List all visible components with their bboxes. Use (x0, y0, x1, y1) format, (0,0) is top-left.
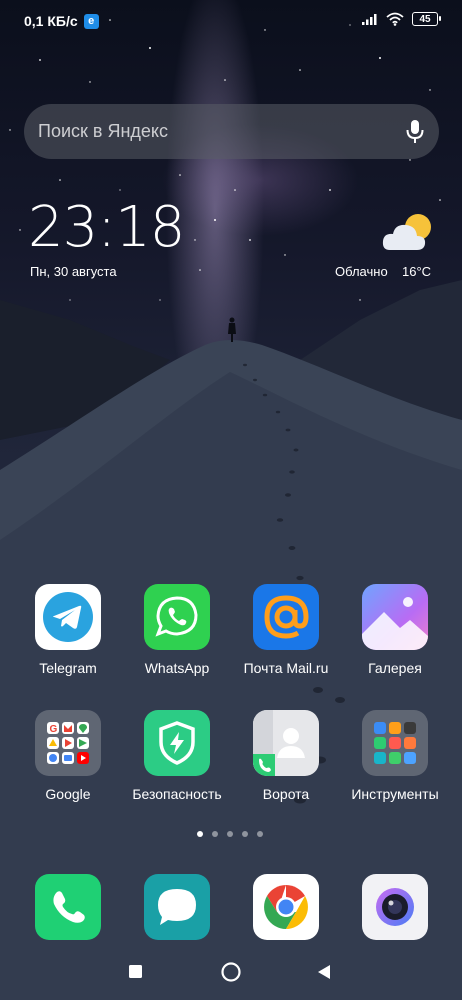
recents-button[interactable] (129, 965, 142, 978)
carrier-badge: e (83, 13, 99, 29)
battery-icon: 45 (412, 12, 441, 26)
app-label: Ворота (262, 786, 310, 802)
app-gallery[interactable]: Галерея (340, 584, 450, 676)
app-folder-tools[interactable]: Инструменты (340, 710, 450, 802)
app-telegram[interactable]: Telegram (13, 584, 123, 676)
camera-icon (362, 874, 428, 940)
mail-ru-icon (253, 584, 319, 650)
page-dot-3[interactable] (227, 831, 233, 837)
security-icon (144, 710, 210, 776)
page-dot-1[interactable] (197, 831, 203, 837)
dock-phone[interactable] (13, 874, 123, 940)
app-label: Безопасность (132, 786, 222, 802)
contacts-gate-icon (253, 710, 319, 776)
app-whatsapp[interactable]: WhatsApp (122, 584, 232, 676)
network-speed: 0,1 КБ/с (24, 13, 78, 29)
page-dot-5[interactable] (257, 831, 263, 837)
app-mail-ru[interactable]: Почта Mail.ru (231, 584, 341, 676)
dock-messages[interactable] (122, 874, 232, 940)
app-label: Telegram (39, 660, 97, 676)
clock-date: Пн, 30 августа (30, 264, 117, 279)
gallery-icon (362, 584, 428, 650)
app-security[interactable]: Безопасность (122, 710, 232, 802)
app-label: WhatsApp (144, 660, 210, 676)
battery-level: 45 (419, 13, 431, 25)
dock-chrome[interactable] (231, 874, 341, 940)
app-label: Google (45, 786, 91, 802)
app-label: Инструменты (351, 786, 439, 802)
app-vorota[interactable]: Ворота (231, 710, 341, 802)
chrome-icon (253, 874, 319, 940)
app-folder-google[interactable]: G Google (13, 710, 123, 802)
clock-time[interactable]: 23:18 (28, 200, 185, 256)
google-folder-icon: G (35, 710, 101, 776)
weather-temperature: 16°C (402, 264, 432, 279)
dock-camera[interactable] (340, 874, 450, 940)
signal-icon (362, 14, 377, 25)
app-label: Почта Mail.ru (243, 660, 329, 676)
telegram-icon (35, 584, 101, 650)
partly-cloudy-icon[interactable] (380, 210, 436, 256)
tools-folder-icon (362, 710, 428, 776)
page-dot-2[interactable] (212, 831, 218, 837)
back-button[interactable] (318, 965, 330, 979)
page-dot-4[interactable] (242, 831, 248, 837)
weather-condition: Облачно (335, 264, 388, 279)
wifi-icon (386, 12, 404, 26)
microphone-icon[interactable] (405, 119, 425, 145)
status-bar: 0,1 КБ/с e 45 (0, 0, 462, 40)
home-button[interactable] (221, 962, 241, 982)
yandex-search-bar[interactable]: Поиск в Яндекс (24, 104, 439, 159)
navigation-bar (129, 962, 330, 982)
whatsapp-icon (144, 584, 210, 650)
phone-icon (35, 874, 101, 940)
messages-icon (144, 874, 210, 940)
page-indicator[interactable] (197, 831, 263, 837)
app-label: Галерея (368, 660, 422, 676)
search-placeholder: Поиск в Яндекс (38, 121, 168, 141)
svg-text:G: G (50, 724, 58, 735)
